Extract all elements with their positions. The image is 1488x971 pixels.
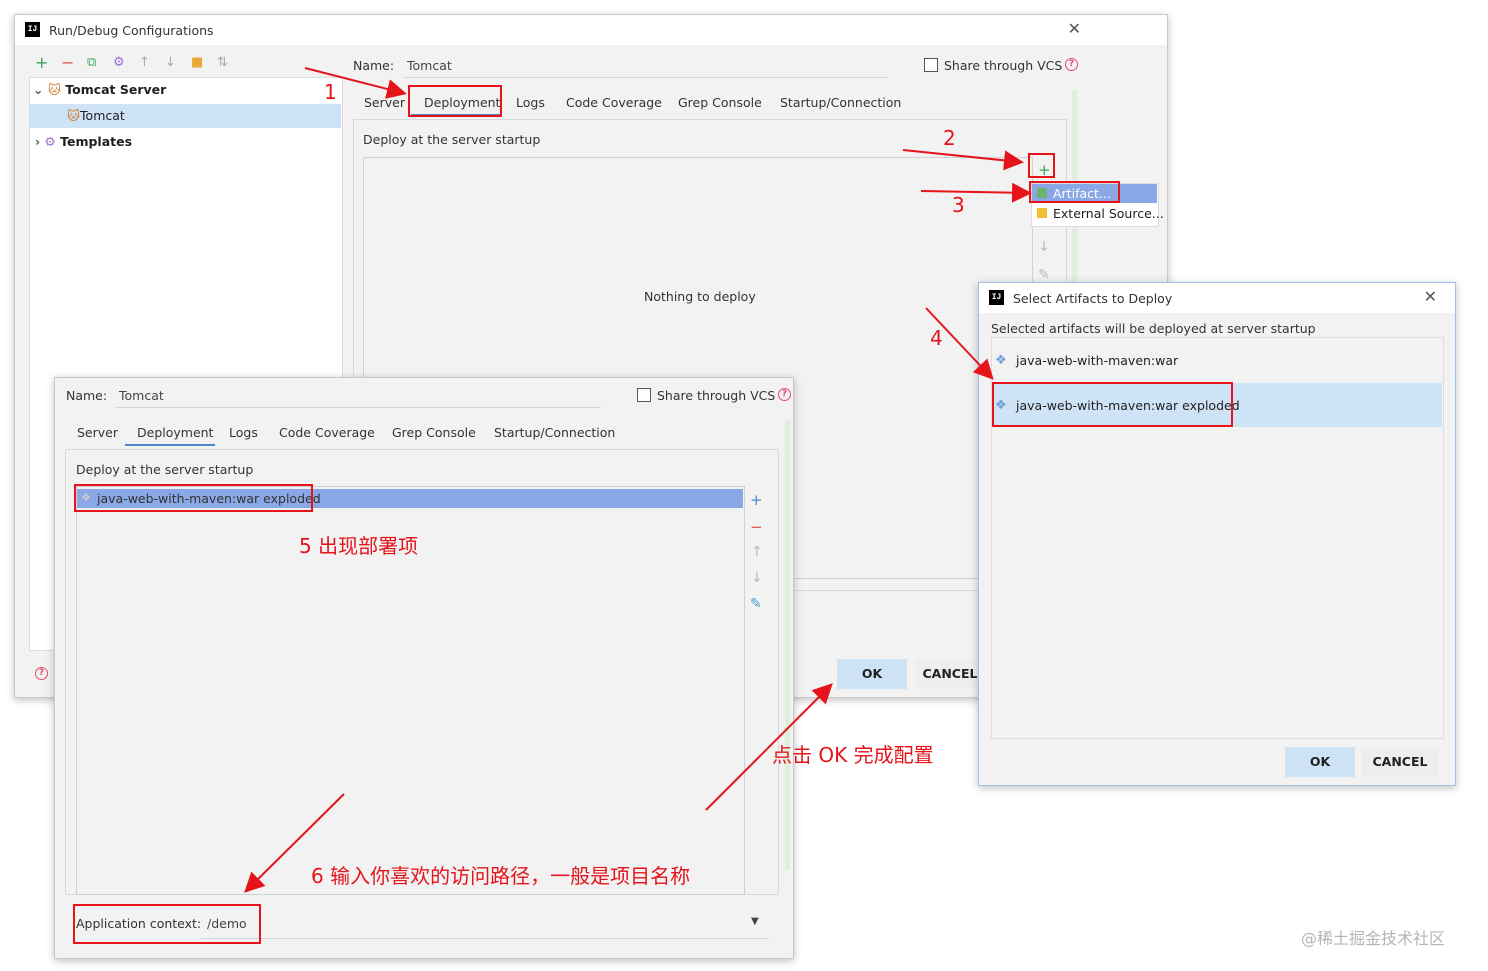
tree-label-tomcat: Tomcat: [80, 108, 125, 123]
move-down-icon[interactable]: ↓: [751, 570, 763, 586]
tab-server[interactable]: Server: [364, 95, 405, 110]
highlight-deployed-item: [74, 484, 313, 512]
share-vcs-checkbox[interactable]: [637, 388, 651, 402]
remove-icon[interactable]: −: [61, 53, 74, 72]
ok-button[interactable]: OK: [1285, 747, 1355, 777]
tab-active-underline: [125, 444, 215, 446]
move-down-icon[interactable]: ↓: [1038, 239, 1050, 255]
annotation-step-1: 1: [324, 80, 337, 104]
tab-startup-connection[interactable]: Startup/Connection: [780, 95, 901, 110]
sort-icon[interactable]: ⇅: [217, 55, 228, 70]
empty-text: Nothing to deploy: [644, 289, 756, 304]
title-bar: IJ Select Artifacts to Deploy ✕: [979, 283, 1455, 313]
cancel-button[interactable]: CANCEL: [915, 659, 985, 689]
annotation-step-5: 5 出现部署项: [299, 534, 419, 558]
tree-item-tomcat-server[interactable]: ⌄ 🐱 Tomcat Server: [33, 82, 166, 97]
tab-code-coverage[interactable]: Code Coverage: [566, 95, 662, 110]
help-icon[interactable]: ?: [778, 388, 791, 401]
tab-grep-console[interactable]: Grep Console: [678, 95, 762, 110]
tab-logs[interactable]: Logs: [229, 425, 258, 440]
cancel-button[interactable]: CANCEL: [1362, 747, 1438, 777]
highlight-artifact-item: [1029, 181, 1120, 203]
edit-icon[interactable]: ✎: [750, 596, 762, 612]
annotation-click-ok: 点击 OK 完成配置: [772, 743, 934, 767]
artifact-item-war[interactable]: java-web-with-maven:war: [1016, 353, 1178, 368]
name-underline: [115, 407, 601, 408]
copy-icon[interactable]: ⧉: [87, 55, 96, 70]
dialog-title: Run/Debug Configurations: [49, 23, 214, 38]
deploy-label: Deploy at the server startup: [363, 132, 541, 147]
annotation-step-6: 6 输入你喜欢的访问路径，一般是项目名称: [311, 864, 691, 888]
folder-icon[interactable]: ■: [191, 55, 203, 70]
add-icon[interactable]: +: [35, 53, 48, 72]
close-icon[interactable]: ✕: [1068, 19, 1081, 38]
tree-item-templates[interactable]: › ⚙ Templates: [35, 134, 132, 149]
vertical-scrollbar[interactable]: [785, 420, 790, 870]
dialog-title: Select Artifacts to Deploy: [1013, 291, 1173, 306]
edit-icon[interactable]: ✎: [1038, 267, 1050, 283]
intellij-logo-icon: IJ: [25, 22, 40, 37]
help-icon[interactable]: ?: [1065, 58, 1078, 71]
name-underline: [403, 77, 888, 78]
deploy-label: Deploy at the server startup: [76, 462, 254, 477]
tree-label-tomcat-server: Tomcat Server: [65, 82, 167, 97]
highlight-deployment-tab: [408, 85, 502, 117]
help-icon[interactable]: ?: [35, 667, 48, 680]
highlight-app-context: [73, 904, 261, 944]
move-down-icon[interactable]: ↓: [165, 55, 176, 70]
tab-startup-connection[interactable]: Startup/Connection: [494, 425, 615, 440]
remove-icon[interactable]: −: [750, 518, 763, 536]
external-source-icon: [1037, 208, 1047, 218]
tab-code-coverage[interactable]: Code Coverage: [279, 425, 375, 440]
close-icon[interactable]: ✕: [1424, 287, 1437, 306]
settings-icon[interactable]: ⚙: [113, 55, 125, 70]
watermark: @稀土掘金技术社区: [1301, 929, 1446, 948]
name-label: Name:: [66, 388, 108, 403]
artifact-war-icon: ❖: [995, 353, 1007, 368]
highlight-add-button: [1028, 153, 1055, 178]
chevron-right-icon: ›: [35, 134, 41, 149]
intellij-logo-icon: IJ: [989, 290, 1004, 305]
popup-external-label[interactable]: External Source...: [1053, 206, 1164, 221]
share-vcs-checkbox[interactable]: [924, 58, 938, 72]
ok-button[interactable]: OK: [837, 659, 907, 689]
name-field[interactable]: Tomcat: [119, 388, 164, 403]
chevron-down-icon[interactable]: ▼: [751, 916, 759, 927]
annotation-step-3: 3: [952, 193, 965, 217]
chevron-down-icon: ⌄: [33, 82, 44, 97]
select-artifacts-dialog: IJ Select Artifacts to Deploy ✕ Selected…: [978, 282, 1456, 786]
tab-server[interactable]: Server: [77, 425, 118, 440]
name-label: Name:: [353, 58, 395, 73]
annotation-step-2: 2: [943, 126, 956, 150]
tomcat-icon: 🐱: [67, 108, 81, 123]
app-context-underline: [201, 938, 769, 939]
tab-grep-console[interactable]: Grep Console: [392, 425, 476, 440]
add-icon[interactable]: +: [750, 491, 763, 509]
title-bar: IJ Run/Debug Configurations ✕: [15, 15, 1167, 45]
tree-label-templates: Templates: [60, 134, 133, 149]
subtitle: Selected artifacts will be deployed at s…: [991, 321, 1316, 336]
move-up-icon[interactable]: ↑: [139, 55, 150, 70]
highlight-war-exploded: [992, 382, 1233, 427]
name-field[interactable]: Tomcat: [407, 58, 452, 73]
tree-item-tomcat[interactable]: 🐱Tomcat: [67, 108, 125, 123]
move-up-icon[interactable]: ↑: [751, 544, 763, 560]
tomcat-icon: 🐱: [47, 82, 61, 97]
annotation-step-4: 4: [930, 326, 943, 350]
tab-logs[interactable]: Logs: [516, 95, 545, 110]
share-vcs-label: Share through VCS: [944, 58, 1063, 73]
tab-deployment[interactable]: Deployment: [137, 425, 213, 440]
share-vcs-label: Share through VCS: [657, 388, 776, 403]
gear-icon: ⚙: [44, 134, 56, 149]
